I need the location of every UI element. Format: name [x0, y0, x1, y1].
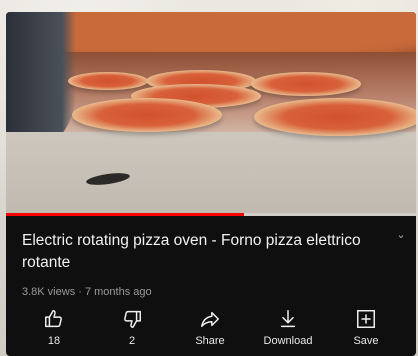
- share-label: Share: [195, 335, 225, 347]
- share-icon: [201, 311, 219, 328]
- dislike-button[interactable]: 2: [98, 308, 166, 356]
- like-count: 18: [47, 335, 61, 347]
- save-to-playlist-icon: [357, 310, 375, 328]
- video-meta: 3.8K views · 7 months ago: [22, 286, 152, 298]
- video-card: Electric rotating pizza oven - Forno piz…: [6, 12, 416, 356]
- video-player[interactable]: [6, 12, 416, 216]
- dislike-count: 2: [128, 335, 136, 347]
- pizza: [254, 98, 416, 136]
- download-icon: [280, 310, 296, 328]
- save-button[interactable]: Save: [332, 308, 400, 356]
- download-button[interactable]: Download: [254, 308, 322, 356]
- oven-floor: [6, 132, 416, 216]
- chevron-down-icon[interactable]: ⌄: [394, 228, 408, 242]
- action-bar: 18 2 Share Download Save: [20, 308, 400, 356]
- thumbs-down-icon: [124, 310, 141, 328]
- pizza: [72, 98, 222, 132]
- video-title[interactable]: Electric rotating pizza oven - Forno piz…: [22, 230, 382, 274]
- save-label: Save: [353, 335, 379, 347]
- video-info: Electric rotating pizza oven - Forno piz…: [6, 216, 416, 356]
- thumbs-up-icon: [45, 310, 62, 328]
- share-button[interactable]: Share: [176, 308, 244, 356]
- pizza: [251, 72, 361, 96]
- pizza: [68, 72, 148, 90]
- download-label: Download: [263, 335, 313, 347]
- like-button[interactable]: 18: [20, 308, 88, 356]
